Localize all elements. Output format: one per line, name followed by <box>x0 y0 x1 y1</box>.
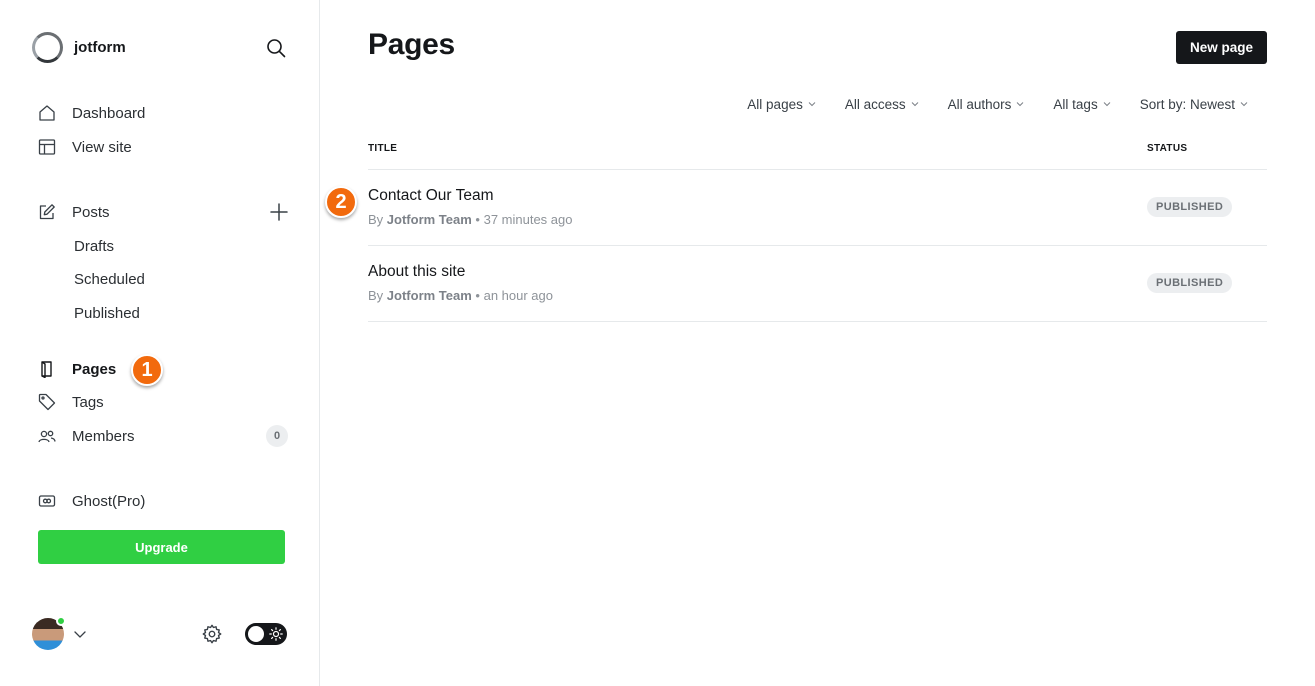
sidebar-item-label: View site <box>72 138 132 156</box>
home-icon <box>38 104 56 122</box>
meta-author: Jotform Team <box>386 288 472 303</box>
add-post-icon[interactable] <box>268 201 290 223</box>
new-page-button[interactable]: New page <box>1176 31 1267 64</box>
sidebar: jotform Dashboard View site Posts Drafts… <box>0 0 320 686</box>
filter-all-tags[interactable]: All tags <box>1053 96 1111 112</box>
ghost-pro-icon <box>38 492 56 510</box>
chevron-down-icon[interactable] <box>73 627 87 641</box>
members-count-badge: 0 <box>266 425 288 447</box>
sidebar-item-tags[interactable]: Tags <box>38 390 104 414</box>
sidebar-item-label: Ghost(Pro) <box>72 492 146 510</box>
sidebar-item-published[interactable]: Published <box>74 301 140 325</box>
meta-by: By <box>368 212 384 227</box>
edit-icon <box>38 203 56 221</box>
table-row[interactable]: Contact Our Team By Jotform Team • 37 mi… <box>368 170 1267 246</box>
meta-author: Jotform Team <box>386 212 472 227</box>
sun-icon <box>269 627 283 641</box>
status-badge: PUBLISHED <box>1147 273 1233 293</box>
filter-label: Sort by: Newest <box>1139 96 1235 112</box>
chevron-down-icon <box>808 102 816 107</box>
sidebar-item-label: Dashboard <box>72 104 146 122</box>
meta-time: • an hour ago <box>475 288 553 303</box>
online-status-indicator <box>56 616 66 626</box>
dark-mode-toggle[interactable] <box>245 623 287 645</box>
sidebar-item-dashboard[interactable]: Dashboard <box>38 101 145 125</box>
filter-label: All access <box>844 96 906 112</box>
sidebar-item-drafts[interactable]: Drafts <box>74 234 114 258</box>
chevron-down-icon <box>911 102 918 107</box>
status-badge: PUBLISHED <box>1147 197 1233 217</box>
sidebar-item-label: Tags <box>72 393 104 411</box>
filter-label: All tags <box>1053 96 1098 112</box>
filter-bar: All pages All access All authors All tag… <box>718 93 1248 115</box>
filter-all-pages[interactable]: All pages <box>747 97 816 112</box>
page-title-link[interactable]: About this site <box>368 263 465 281</box>
tag-icon <box>38 393 56 411</box>
page-title: Pages <box>368 28 455 61</box>
chevron-down-icon <box>1017 102 1024 107</box>
column-header-title: TITLE <box>368 143 398 154</box>
upgrade-button[interactable]: Upgrade <box>38 530 285 564</box>
gear-icon[interactable] <box>201 623 223 645</box>
filter-label: All authors <box>947 96 1012 112</box>
page-meta: By Jotform Team • an hour ago <box>368 288 553 303</box>
sort-dropdown[interactable]: Sort by: Newest <box>1140 97 1248 112</box>
filter-all-authors[interactable]: All authors <box>948 97 1025 112</box>
chevron-down-icon <box>1103 102 1111 107</box>
sidebar-item-members[interactable]: Members <box>38 424 135 448</box>
sidebar-item-label: Posts <box>72 203 110 221</box>
page-title-link[interactable]: Contact Our Team <box>368 187 494 205</box>
toggle-knob <box>248 626 264 642</box>
meta-by: By <box>368 288 384 303</box>
meta-time: • 37 minutes ago <box>475 212 573 227</box>
sidebar-item-view-site[interactable]: View site <box>38 135 132 159</box>
filter-label: All pages <box>747 96 803 112</box>
page-meta: By Jotform Team • 37 minutes ago <box>368 212 572 227</box>
sidebar-item-posts[interactable]: Posts <box>38 200 110 224</box>
sidebar-item-pages[interactable]: Pages <box>38 357 116 381</box>
step-marker-2: 2 <box>325 186 357 218</box>
sidebar-item-scheduled[interactable]: Scheduled <box>74 267 145 291</box>
table-header: TITLE STATUS <box>368 143 1267 170</box>
column-header-status: STATUS <box>1147 143 1188 154</box>
sidebar-item-ghost-pro[interactable]: Ghost(Pro) <box>38 489 145 513</box>
page-icon <box>38 360 56 378</box>
chevron-down-icon <box>1240 102 1248 107</box>
layout-icon <box>38 138 56 156</box>
search-icon[interactable] <box>265 37 287 59</box>
brand[interactable]: jotform <box>32 32 126 63</box>
members-icon <box>38 427 56 445</box>
sidebar-item-label: Members <box>72 427 135 445</box>
filter-all-access[interactable]: All access <box>845 97 919 112</box>
jotform-logo-icon <box>32 32 63 63</box>
table-row[interactable]: About this site By Jotform Team • an hou… <box>368 246 1267 322</box>
brand-name: jotform <box>74 39 126 56</box>
step-marker-1: 1 <box>131 354 163 386</box>
user-avatar[interactable] <box>32 616 66 650</box>
sidebar-item-label: Pages <box>72 360 117 378</box>
